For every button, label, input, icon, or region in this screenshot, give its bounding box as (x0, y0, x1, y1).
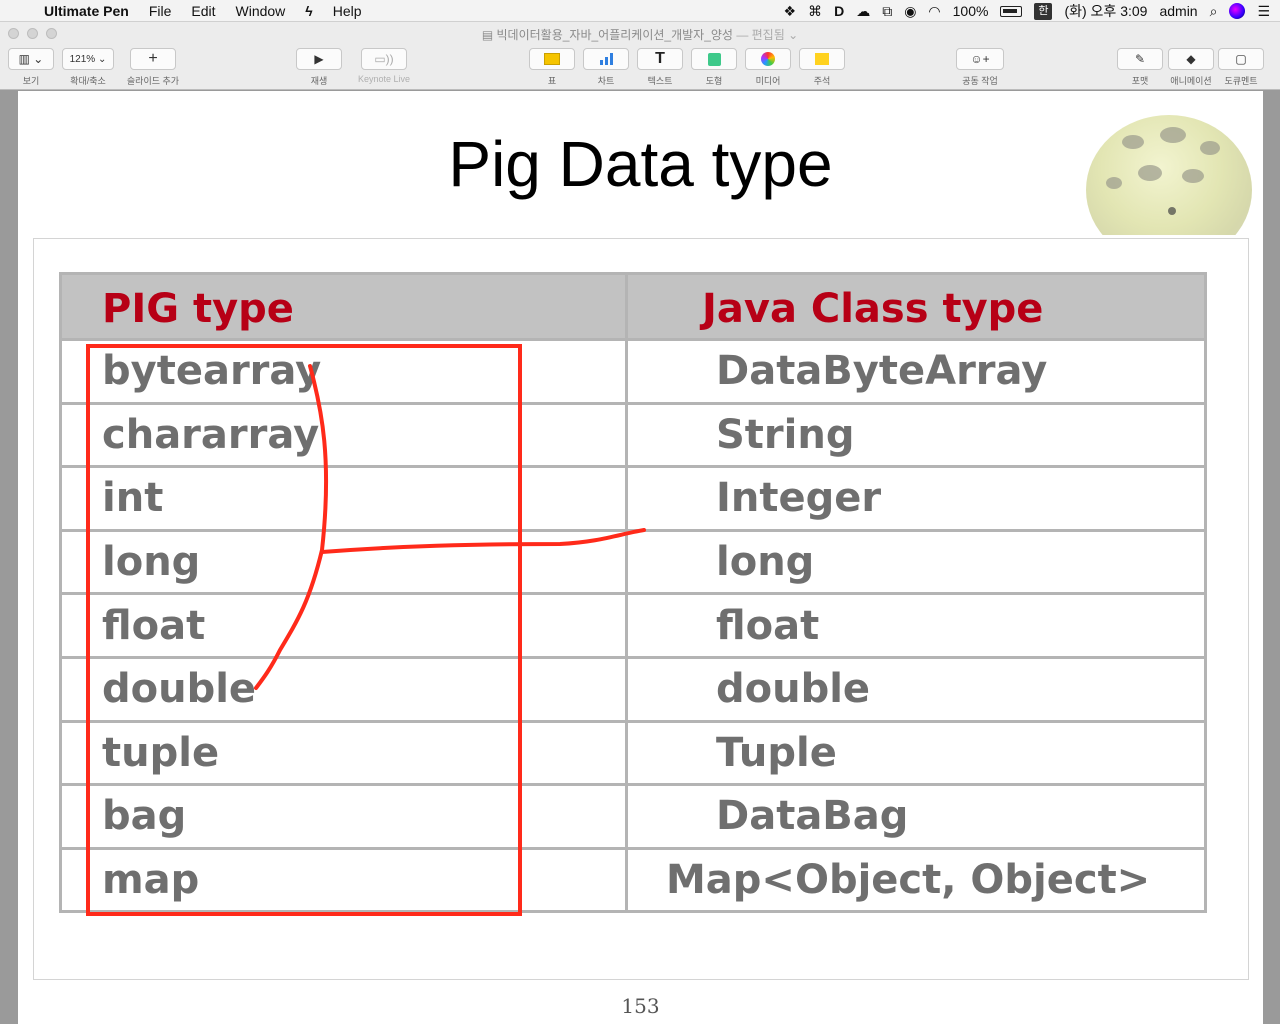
pen-annotation-layer (86, 344, 646, 916)
annotation-brace[interactable] (254, 364, 329, 690)
annotation-box[interactable] (86, 344, 522, 916)
annotation-arrow-line[interactable] (320, 528, 646, 554)
